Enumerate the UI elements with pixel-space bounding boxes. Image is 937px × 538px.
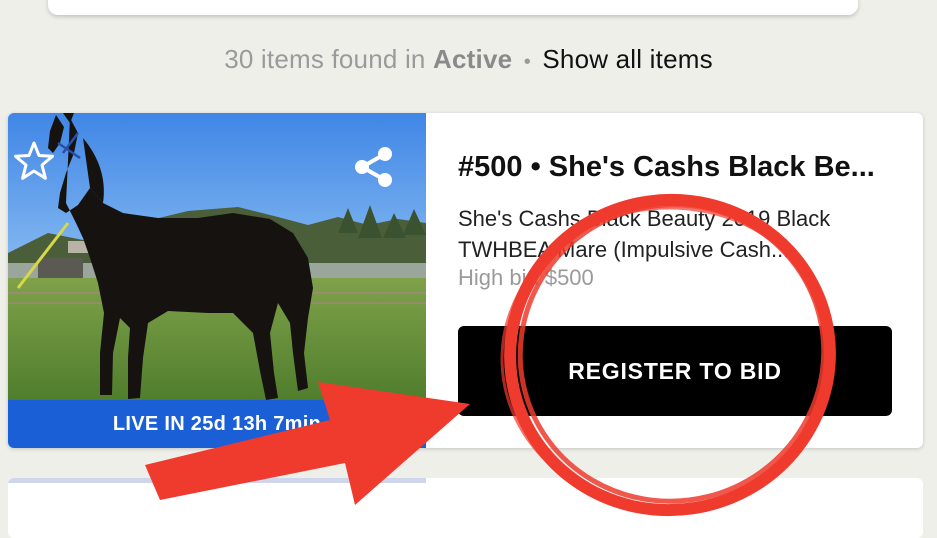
auction-item-card[interactable]: LIVE IN 25d 13h 7min #500 • She's Cashs … (8, 113, 923, 448)
star-outline-icon[interactable] (12, 139, 56, 183)
high-bid: High bid $500 (458, 265, 594, 290)
item-title[interactable]: #500 • She's Cashs Black Be... (458, 151, 898, 184)
register-to-bid-button[interactable]: REGISTER TO BID (458, 326, 892, 416)
separator-dot: • (523, 51, 531, 73)
results-count: 30 items found in (224, 44, 426, 74)
next-item-photo (8, 478, 426, 483)
results-filter: Active (433, 44, 513, 74)
live-countdown-banner: LIVE IN 25d 13h 7min (8, 400, 426, 448)
previous-card (48, 0, 858, 15)
horse-photo[interactable]: LIVE IN 25d 13h 7min (8, 113, 426, 448)
next-item-card[interactable] (8, 478, 923, 538)
share-icon[interactable] (350, 143, 398, 191)
show-all-items-link[interactable]: Show all items (542, 44, 712, 74)
item-description: She's Cashs Black Beauty 2019 Black TWHB… (458, 206, 831, 262)
results-summary: 30 items found in Active • Show all item… (0, 44, 937, 75)
